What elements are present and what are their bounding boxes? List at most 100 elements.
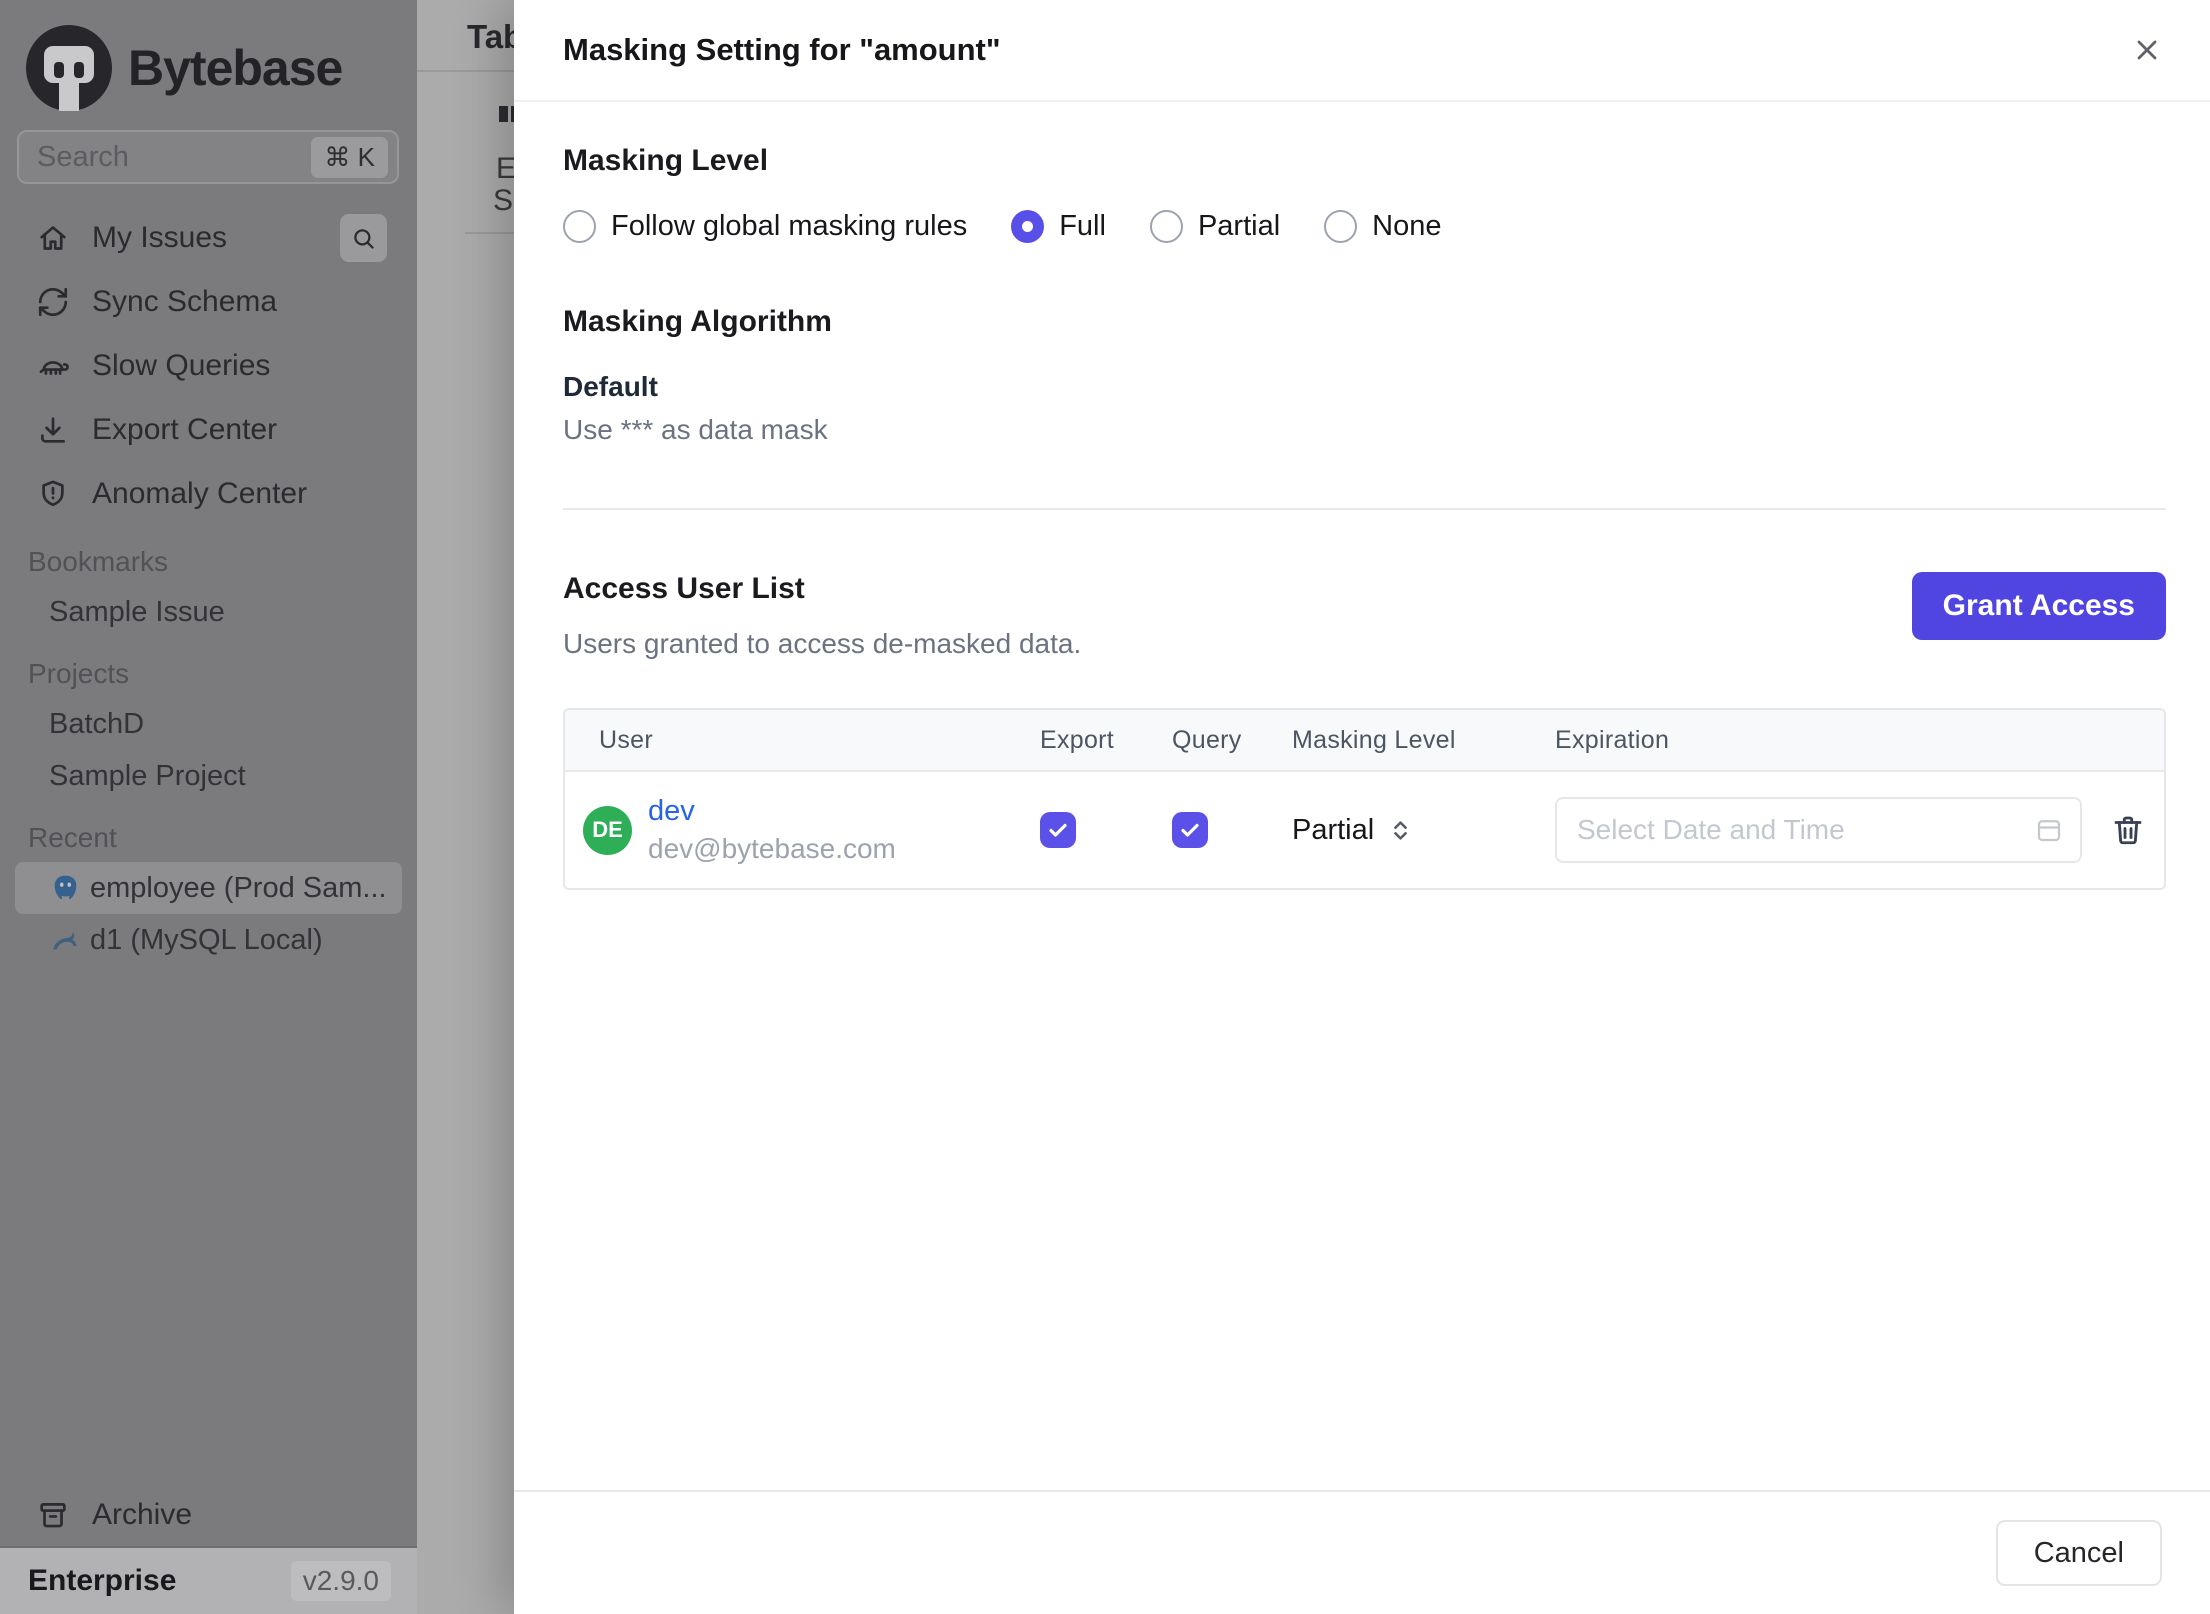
truncated-icon <box>499 106 508 122</box>
sidebar-item-batchd[interactable]: BatchD <box>0 698 417 750</box>
command-shortcut-badge: ⌘ K <box>311 136 388 178</box>
user-name-link[interactable]: dev <box>648 795 896 828</box>
archive-icon <box>36 1498 70 1532</box>
date-input-placeholder: Select Date and Time <box>1577 814 1845 845</box>
radio-none[interactable]: None <box>1324 210 1441 243</box>
sidebar-item-label: BatchD <box>49 707 145 740</box>
sidebar-item-label: Archive <box>92 1498 193 1531</box>
radio-label: Full <box>1059 210 1106 242</box>
select-chevrons-icon <box>1394 820 1408 840</box>
sidebar-item-label: Sample Issue <box>49 595 225 628</box>
column-header-export: Export <box>1040 725 1115 754</box>
sidebar-item-label: employee (Prod Sam... <box>90 871 387 904</box>
sidebar-item-sample-issue[interactable]: Sample Issue <box>0 586 417 638</box>
checkbox-check-icon <box>1181 823 1199 837</box>
calendar-icon <box>2034 815 2064 845</box>
modal-header: Masking Setting for "amount" <box>514 0 2210 102</box>
sidebar-item-label: Export Center <box>92 413 278 446</box>
masking-level-value: Partial <box>1292 813 1375 846</box>
grant-access-button[interactable]: Grant Access <box>1911 572 2166 640</box>
export-checkbox[interactable] <box>1040 812 1076 848</box>
radio-icon-checked[interactable] <box>1011 210 1045 243</box>
divider <box>563 508 2166 510</box>
modal-title: Masking Setting for "amount" <box>563 32 1001 67</box>
access-user-list-heading: Access User List <box>563 572 805 605</box>
radio-label: None <box>1372 210 1442 242</box>
access-user-table: User Export Query Masking Level Expirati… <box>563 708 2166 890</box>
search-input[interactable]: Search ⌘ K <box>17 130 399 184</box>
sidebar-item-sample-project[interactable]: Sample Project <box>0 750 417 802</box>
checkbox-check-icon <box>1049 823 1067 837</box>
sidebar-item-d1-db[interactable]: d1 (MySQL Local) <box>15 914 402 966</box>
shield-icon <box>36 477 70 511</box>
masking-algorithm-heading: Masking Algorithm <box>563 305 832 338</box>
truncated-text: S <box>493 184 514 217</box>
cancel-button[interactable]: Cancel <box>1995 1520 2162 1586</box>
sidebar-item-anomaly-center[interactable]: Anomaly Center <box>0 462 417 526</box>
sidebar: Bytebase Search ⌘ K My Issues Sync Schem… <box>0 0 417 1614</box>
sidebar-item-label: Slow Queries <box>92 349 271 382</box>
radio-partial[interactable]: Partial <box>1149 210 1281 243</box>
sidebar-item-label: My Issues <box>92 221 228 254</box>
section-recent: Recent <box>28 822 117 853</box>
access-user-list-header: Access User List Users granted to access… <box>563 572 2166 660</box>
sidebar-item-label: Sync Schema <box>92 285 278 318</box>
column-header-user: User <box>599 725 653 754</box>
avatar: DE <box>583 805 632 855</box>
app-screen: Bytebase Search ⌘ K My Issues Sync Schem… <box>0 0 2210 1614</box>
postgresql-icon <box>50 873 81 904</box>
sidebar-item-label: Sample Project <box>49 759 246 792</box>
truncated-text: E <box>496 152 514 185</box>
section-projects: Projects <box>28 658 130 689</box>
sidebar-item-archive[interactable]: Archive <box>0 1484 417 1546</box>
issue-search-button[interactable] <box>340 214 387 262</box>
download-icon <box>36 413 70 447</box>
radio-full[interactable]: Full <box>1011 210 1106 243</box>
user-email: dev@bytebase.com <box>648 833 896 864</box>
algorithm-name: Default <box>563 371 658 402</box>
app-logo[interactable]: Bytebase <box>0 0 417 112</box>
column-header-query: Query <box>1172 725 1242 754</box>
radio-icon[interactable] <box>563 210 596 243</box>
plan-label[interactable]: Enterprise <box>28 1564 176 1598</box>
sidebar-item-slow-queries[interactable]: Slow Queries <box>0 334 417 398</box>
radio-icon[interactable] <box>1149 210 1183 243</box>
table-row: DE dev dev@bytebase.com Partial Select D… <box>565 772 2164 888</box>
column-header-expiration: Expiration <box>1555 725 1670 754</box>
close-icon[interactable] <box>2124 27 2170 73</box>
app-title: Bytebase <box>128 40 343 96</box>
radio-label: Partial <box>1197 210 1281 242</box>
trash-icon[interactable] <box>2110 812 2146 848</box>
sidebar-item-employee-db[interactable]: employee (Prod Sam... <box>15 862 402 914</box>
query-checkbox[interactable] <box>1172 812 1208 848</box>
search-placeholder: Search <box>37 140 129 173</box>
radio-label: Follow global masking rules <box>611 210 968 242</box>
sidebar-item-sync-schema[interactable]: Sync Schema <box>0 270 417 334</box>
radio-icon[interactable] <box>1324 210 1358 243</box>
algorithm-description: Use *** as data mask <box>563 414 828 445</box>
sync-icon <box>36 285 70 319</box>
access-user-list-subtitle: Users granted to access de-masked data. <box>563 628 1082 659</box>
sidebar-item-label: Anomaly Center <box>92 477 308 510</box>
column-header-masking-level: Masking Level <box>1292 725 1456 754</box>
radio-follow-global[interactable]: Follow global masking rules <box>563 210 967 243</box>
sidebar-item-export-center[interactable]: Export Center <box>0 398 417 462</box>
masking-setting-modal: Masking Setting for "amount" Masking Lev… <box>514 0 2210 1614</box>
masking-level-select[interactable]: Partial <box>1292 814 1555 847</box>
expiration-date-input[interactable]: Select Date and Time <box>1555 797 2082 863</box>
bytebase-logo <box>26 25 112 111</box>
sidebar-item-my-issues[interactable]: My Issues <box>0 206 417 270</box>
masking-level-heading: Masking Level <box>563 144 769 177</box>
dimmed-background-page: Tab E S <box>417 0 514 1614</box>
section-bookmarks: Bookmarks <box>28 546 169 577</box>
divider <box>465 232 514 234</box>
table-header-row: User Export Query Masking Level Expirati… <box>565 710 2164 772</box>
sidebar-footer: Enterprise v2.9.0 <box>0 1546 417 1614</box>
home-icon <box>36 221 70 255</box>
masking-level-radio-group: Follow global masking rules Full Partial… <box>563 210 2166 243</box>
sidebar-item-label: d1 (MySQL Local) <box>90 923 323 956</box>
modal-footer: Cancel <box>514 1490 2210 1614</box>
background-tab-label: Tab <box>467 18 514 55</box>
modal-body: Masking Level Follow global masking rule… <box>514 144 2210 890</box>
